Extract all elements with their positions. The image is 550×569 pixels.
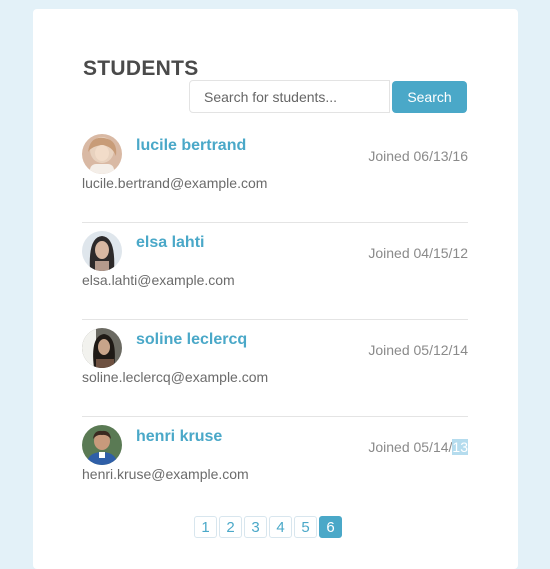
joined-date: Joined 05/12/14 — [368, 342, 468, 358]
student-email: elsa.lahti@example.com — [82, 272, 235, 288]
page-button-4[interactable]: 4 — [269, 516, 292, 538]
page-title: STUDENTS — [83, 57, 199, 80]
pagination: 1 2 3 4 5 6 — [194, 516, 342, 538]
student-name[interactable]: henri kruse — [136, 428, 222, 446]
page-button-3[interactable]: 3 — [244, 516, 267, 538]
avatar[interactable] — [82, 425, 122, 465]
list-item: lucile bertrand Joined 06/13/16 lucile.b… — [82, 126, 468, 223]
search-button[interactable]: Search — [392, 81, 467, 113]
joined-date: Joined 06/13/16 — [368, 148, 468, 164]
list-item: soline leclercq Joined 05/12/14 soline.l… — [82, 320, 468, 417]
student-name[interactable]: lucile bertrand — [136, 137, 246, 155]
student-name[interactable]: elsa lahti — [136, 234, 204, 252]
student-email: soline.leclercq@example.com — [82, 369, 269, 385]
student-email: lucile.bertrand@example.com — [82, 175, 268, 191]
joined-date: Joined 05/14/13 — [368, 439, 468, 455]
student-list: lucile bertrand Joined 06/13/16 lucile.b… — [82, 126, 468, 513]
page-button-1[interactable]: 1 — [194, 516, 217, 538]
list-item: henri kruse Joined 05/14/13 henri.kruse@… — [82, 417, 468, 513]
avatar[interactable] — [82, 328, 122, 368]
student-name[interactable]: soline leclercq — [136, 331, 247, 349]
page-button-6-active[interactable]: 6 — [319, 516, 342, 538]
list-item: elsa lahti Joined 04/15/12 elsa.lahti@ex… — [82, 223, 468, 320]
search-input[interactable] — [189, 80, 390, 113]
joined-date: Joined 04/15/12 — [368, 245, 468, 261]
page-button-2[interactable]: 2 — [219, 516, 242, 538]
avatar[interactable] — [82, 134, 122, 174]
avatar[interactable] — [82, 231, 122, 271]
page-button-5[interactable]: 5 — [294, 516, 317, 538]
student-email: henri.kruse@example.com — [82, 466, 249, 482]
students-card: STUDENTS Search lucile bertrand Joined 0… — [33, 9, 518, 569]
